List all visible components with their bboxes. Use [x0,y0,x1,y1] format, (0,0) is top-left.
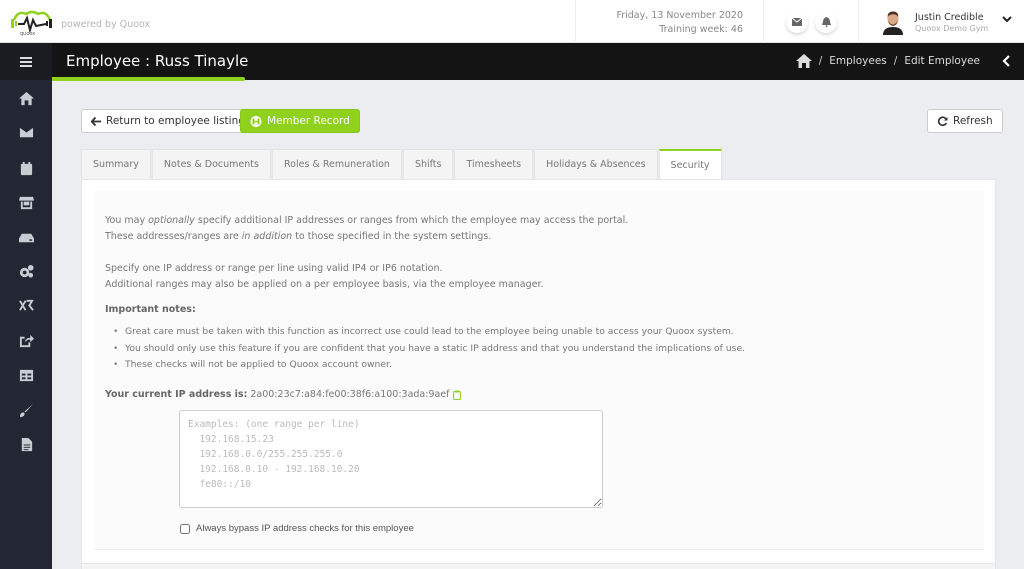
page-header: Employee : Russ Tinayle / Employees / Ed… [52,43,1024,80]
svg-text:quoox: quoox [20,31,35,36]
sidebar-item-storage[interactable] [0,222,52,252]
return-to-listing-button[interactable]: Return to employee listing [81,109,255,133]
sidebar-item-home[interactable] [0,83,52,113]
shop-icon [18,196,34,209]
sidebar-item-table[interactable] [0,360,52,390]
breadcrumb-employees[interactable]: Employees [829,55,886,67]
notifications-button[interactable] [815,11,837,33]
return-button-label: Return to employee listing [106,115,245,127]
current-ip-label: Your current IP address is: [105,389,248,400]
sidebar-item-export[interactable] [0,325,52,355]
spec-line-1: Specify one IP address or range per line… [105,263,443,274]
refresh-button[interactable]: Refresh [927,109,1003,133]
sidebar-item-settings[interactable] [0,256,52,286]
employee-tabs: Summary Notes & Documents Roles & Remune… [81,149,723,180]
gears-icon [19,264,34,278]
tab-timesheets[interactable]: Timesheets [454,149,534,179]
notification-icons [763,0,858,43]
sidebar-item-document[interactable] [0,429,52,459]
dumbbell-icon [250,115,262,127]
page-title: Employee : Russ Tinayle [66,52,249,70]
ip-ranges-textarea[interactable] [179,410,603,508]
member-record-button[interactable]: Member Record [240,109,360,133]
hamburger-icon [20,56,32,67]
current-ip: Your current IP address is: 2a00:23c7:a8… [105,389,461,400]
tab-holidays-absences[interactable]: Holidays & Absences [534,149,658,179]
tab-summary[interactable]: Summary [81,149,151,179]
clipboard-icon[interactable] [452,390,461,400]
sidebar-item-mail[interactable] [0,117,52,147]
intro-line-1: You may optionally specify additional IP… [105,215,629,226]
sidebar-item-calendar[interactable] [0,153,52,183]
sidebar-item-shop[interactable] [0,187,52,217]
user-gym: Quoox Demo Gym [915,24,989,33]
title-accent-bar [52,77,245,81]
refresh-label: Refresh [953,115,993,127]
bypass-ip-checkbox[interactable] [180,523,190,534]
spec-text: Specify one IP address or range per line… [105,261,544,293]
arrow-left-icon [91,116,101,126]
breadcrumb-separator: / [893,55,898,67]
messages-button[interactable] [786,11,808,33]
brush-icon [19,403,33,417]
panel-footer [82,563,995,569]
chevron-down-icon[interactable] [1002,14,1012,24]
breadcrumb-edit-employee: Edit Employee [904,55,980,67]
tab-shifts[interactable]: Shifts [402,149,454,179]
calendar-icon [20,161,32,175]
breadcrumb-separator: / [818,55,823,67]
note-item: These checks will not be applied to Quoo… [113,357,745,374]
note-item: Great care must be taken with this funct… [113,324,745,341]
current-ip-value: 2a00:23c7:a84:fe00:38f6:a100:3ada:9aef [250,389,450,400]
chevron-left-icon[interactable] [1002,55,1012,67]
date-block: Friday, 13 November 2020 Training week: … [575,0,763,43]
home-icon [18,91,34,105]
note-item: You should only use this feature if you … [113,341,745,358]
powered-by-text: powered by Quoox [61,19,151,30]
member-record-label: Member Record [267,115,350,127]
user-menu[interactable]: Justin Credible Quoox Demo Gym [858,0,1024,43]
intro-text: You may optionally specify additional IP… [105,213,628,245]
sidebar [0,43,52,569]
xr-icon [18,299,34,311]
tab-notes-documents[interactable]: Notes & Documents [151,149,271,179]
spec-line-2: Additional ranges may also be applied on… [105,279,544,290]
current-date: Friday, 13 November 2020 [616,10,743,21]
document-icon [21,437,32,451]
mail-icon [19,127,33,137]
security-content: You may optionally specify additional IP… [94,191,984,550]
training-week: Training week: 46 [659,24,743,35]
user-name: Justin Credible [915,12,984,23]
share-icon [19,334,34,347]
mail-icon [792,18,802,26]
menu-toggle-button[interactable] [0,43,52,80]
important-notes-heading: Important notes: [105,304,196,315]
tab-roles-remuneration[interactable]: Roles & Remuneration [271,149,402,179]
bell-icon [821,17,831,27]
sidebar-item-xr[interactable] [0,290,52,320]
quoox-logo[interactable]: quoox [8,8,56,36]
refresh-icon [937,115,948,126]
bypass-ip-label: Always bypass IP address checks for this… [196,523,414,534]
intro-line-2: These addresses/ranges are in addition t… [105,231,492,242]
top-bar: quoox powered by Quoox Friday, 13 Novemb… [0,0,1024,43]
sidebar-item-brush[interactable] [0,395,52,425]
security-panel: You may optionally specify additional IP… [81,179,996,569]
user-avatar [883,11,903,35]
home-icon[interactable] [795,54,812,68]
table-icon [19,369,33,381]
bypass-ip-checks[interactable]: Always bypass IP address checks for this… [180,523,414,534]
tab-security[interactable]: Security [658,149,722,180]
breadcrumb: / Employees / Edit Employee [795,54,980,68]
storage-icon [18,233,34,242]
important-notes-list: Great care must be taken with this funct… [113,324,745,374]
